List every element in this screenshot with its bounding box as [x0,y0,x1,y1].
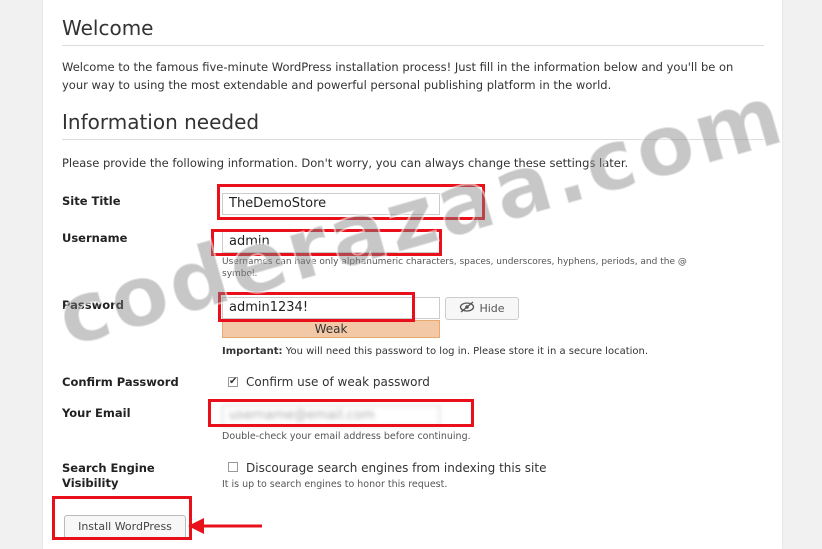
important-text: You will need this password to log in. P… [282,346,649,357]
highlight-box [208,399,474,427]
username-label: Username [62,231,128,245]
search-engine-label-line2: Visibility [62,476,119,490]
discourage-search-checkbox[interactable] [228,462,238,472]
discourage-search-label: Discourage search engines from indexing … [246,461,547,475]
username-hint: Usernames can have only alphanumeric cha… [222,257,687,279]
divider [62,45,764,46]
search-engine-label: Search Engine Visibility [62,461,155,491]
search-engine-hint: It is up to search engines to honor this… [222,479,448,490]
welcome-heading: Welcome [62,16,154,40]
information-text: Please provide the following information… [62,156,629,170]
confirm-weak-password-checkbox[interactable]: ✔ [228,377,238,387]
red-arrow-icon [188,518,262,534]
hide-button-label: Hide [479,302,505,315]
confirm-password-label: Confirm Password [62,375,179,389]
password-strength-meter: Weak [222,320,440,338]
highlight-box [211,229,442,256]
password-important-note: Important: You will need this password t… [222,345,648,358]
highlight-box [217,184,485,220]
information-heading: Information needed [62,110,260,134]
hide-password-button[interactable]: Hide [445,297,519,320]
email-hint: Double-check your email address before c… [222,431,471,442]
eye-slash-icon [459,301,475,316]
site-title-label: Site Title [62,194,121,208]
confirm-weak-password-label: Confirm use of weak password [246,375,430,389]
important-label: Important: [222,346,283,357]
search-engine-label-line1: Search Engine [62,461,155,475]
highlight-box [52,496,192,540]
password-label: Password [62,298,124,312]
highlight-box [218,292,415,322]
welcome-text: Welcome to the famous five-minute WordPr… [62,60,734,92]
email-label: Your Email [62,406,131,420]
divider [62,139,764,140]
